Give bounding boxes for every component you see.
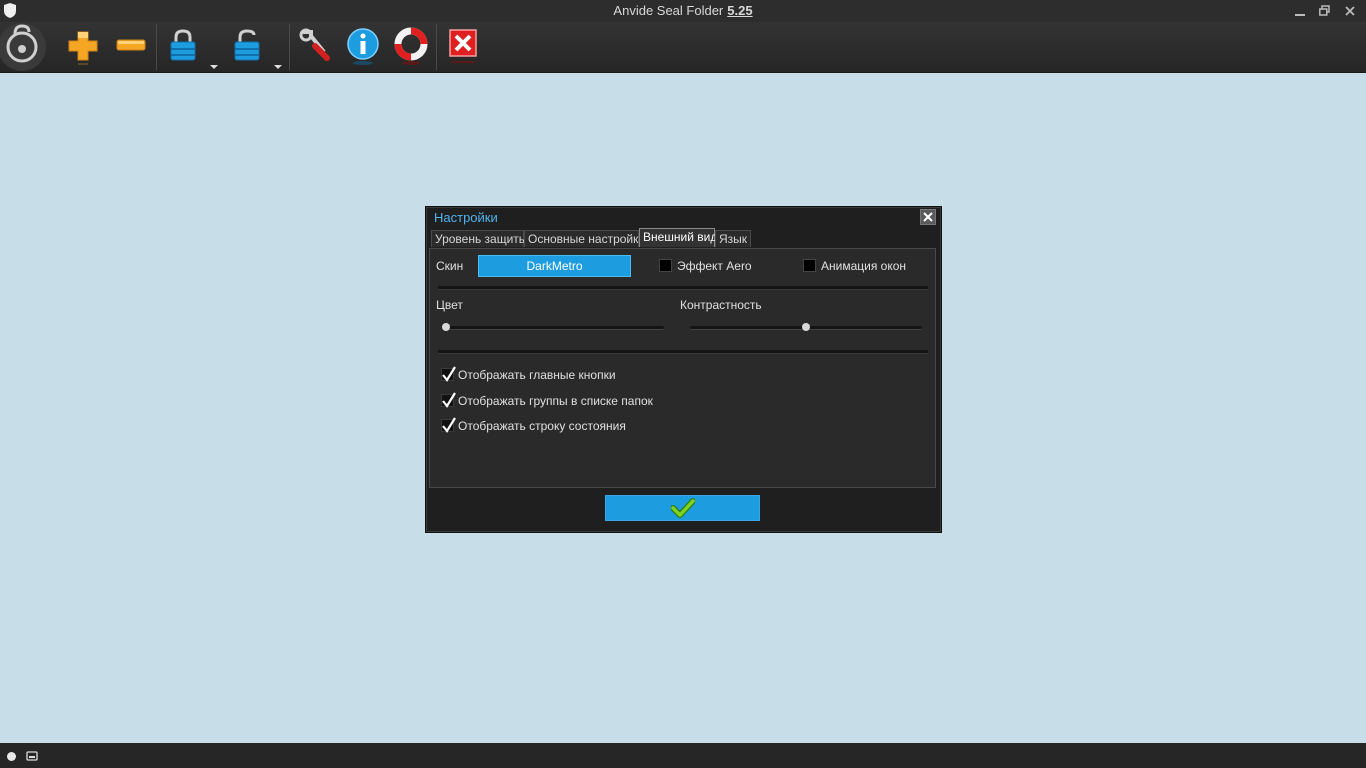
help-button[interactable] <box>393 26 429 66</box>
separator <box>438 350 928 354</box>
status-bar <box>0 743 1366 768</box>
minimize-icon <box>1295 14 1305 16</box>
checkmark-icon <box>442 417 456 433</box>
separator <box>438 286 928 290</box>
chevron-down-icon[interactable] <box>210 63 218 71</box>
help-lifebuoy-icon <box>394 27 428 65</box>
toolbar-separator <box>289 24 290 70</box>
toolbar-separator <box>436 24 437 70</box>
color-slider[interactable] <box>442 323 664 331</box>
tab-language[interactable]: Язык <box>715 230 751 247</box>
close-icon <box>1345 6 1355 16</box>
logo-lock-icon <box>0 23 46 71</box>
open-access-icon <box>234 29 260 61</box>
status-indicator-icon <box>7 752 16 761</box>
window-animation-label: Анимация окон <box>821 259 907 273</box>
checkmark-icon <box>670 498 695 518</box>
aero-label: Эффект Aero <box>677 259 752 273</box>
show-status-bar-checkbox[interactable] <box>441 417 456 433</box>
info-button[interactable] <box>345 26 381 66</box>
title-bar: Anvide Seal Folder 5.25 <box>0 0 1366 22</box>
open-access-button[interactable] <box>229 26 265 66</box>
minimize-button[interactable] <box>1289 2 1311 20</box>
contrast-label: Контрастность <box>680 298 762 312</box>
restore-icon <box>1318 5 1330 16</box>
skin-select-button[interactable]: DarkMetro <box>478 255 631 277</box>
settings-dialog: Настройки Уровень защиты Основные настро… <box>425 206 942 533</box>
settings-button[interactable] <box>297 26 333 66</box>
contrast-slider[interactable] <box>690 323 922 331</box>
dialog-close-button[interactable] <box>920 209 936 225</box>
show-status-bar-label: Отображать строку состояния <box>458 419 626 433</box>
close-access-icon <box>170 29 196 61</box>
main-toolbar <box>0 22 1366 73</box>
restore-button[interactable] <box>1313 2 1335 20</box>
tab-general-settings[interactable]: Основные настройки <box>524 230 645 247</box>
close-icon <box>923 212 933 222</box>
toolbar-separator <box>156 24 157 70</box>
appearance-panel: Скин DarkMetro Эффект Aero Анимация окон… <box>429 248 936 488</box>
show-main-buttons-checkbox[interactable] <box>441 366 456 382</box>
show-groups-label: Отображать группы в списке папок <box>458 394 653 408</box>
settings-wrench-icon <box>299 28 330 61</box>
exit-icon <box>449 29 477 63</box>
app-name: Anvide Seal Folder <box>613 3 724 18</box>
checkmark-icon <box>442 392 456 408</box>
add-folder-icon <box>68 31 98 65</box>
skin-label: Скин <box>436 259 464 273</box>
color-slider-thumb[interactable] <box>442 323 450 331</box>
remove-folder-icon <box>116 39 146 51</box>
remove-folder-button[interactable] <box>113 26 149 66</box>
info-icon <box>347 28 379 65</box>
close-access-button[interactable] <box>165 26 201 66</box>
dialog-title: Настройки <box>434 210 498 225</box>
logo-button[interactable] <box>0 22 50 72</box>
show-main-buttons-label: Отображать главные кнопки <box>458 368 616 382</box>
contrast-slider-thumb[interactable] <box>802 323 810 331</box>
chevron-down-icon[interactable] <box>274 63 282 71</box>
checkmark-icon <box>442 366 456 382</box>
window-animation-checkbox[interactable] <box>803 259 816 272</box>
app-version: 5.25 <box>727 3 753 18</box>
show-groups-checkbox[interactable] <box>441 392 456 408</box>
exit-button[interactable] <box>445 26 481 66</box>
color-label: Цвет <box>436 298 463 312</box>
tab-protection-level[interactable]: Уровень защиты <box>431 230 527 247</box>
ok-button[interactable] <box>605 495 760 521</box>
aero-checkbox[interactable] <box>659 259 672 272</box>
tab-appearance[interactable]: Внешний вид <box>639 228 717 247</box>
window-title: Anvide Seal Folder 5.25 <box>0 3 1366 18</box>
close-window-button[interactable] <box>1339 2 1361 20</box>
drive-icon <box>26 751 38 761</box>
add-folder-button[interactable] <box>65 26 101 66</box>
